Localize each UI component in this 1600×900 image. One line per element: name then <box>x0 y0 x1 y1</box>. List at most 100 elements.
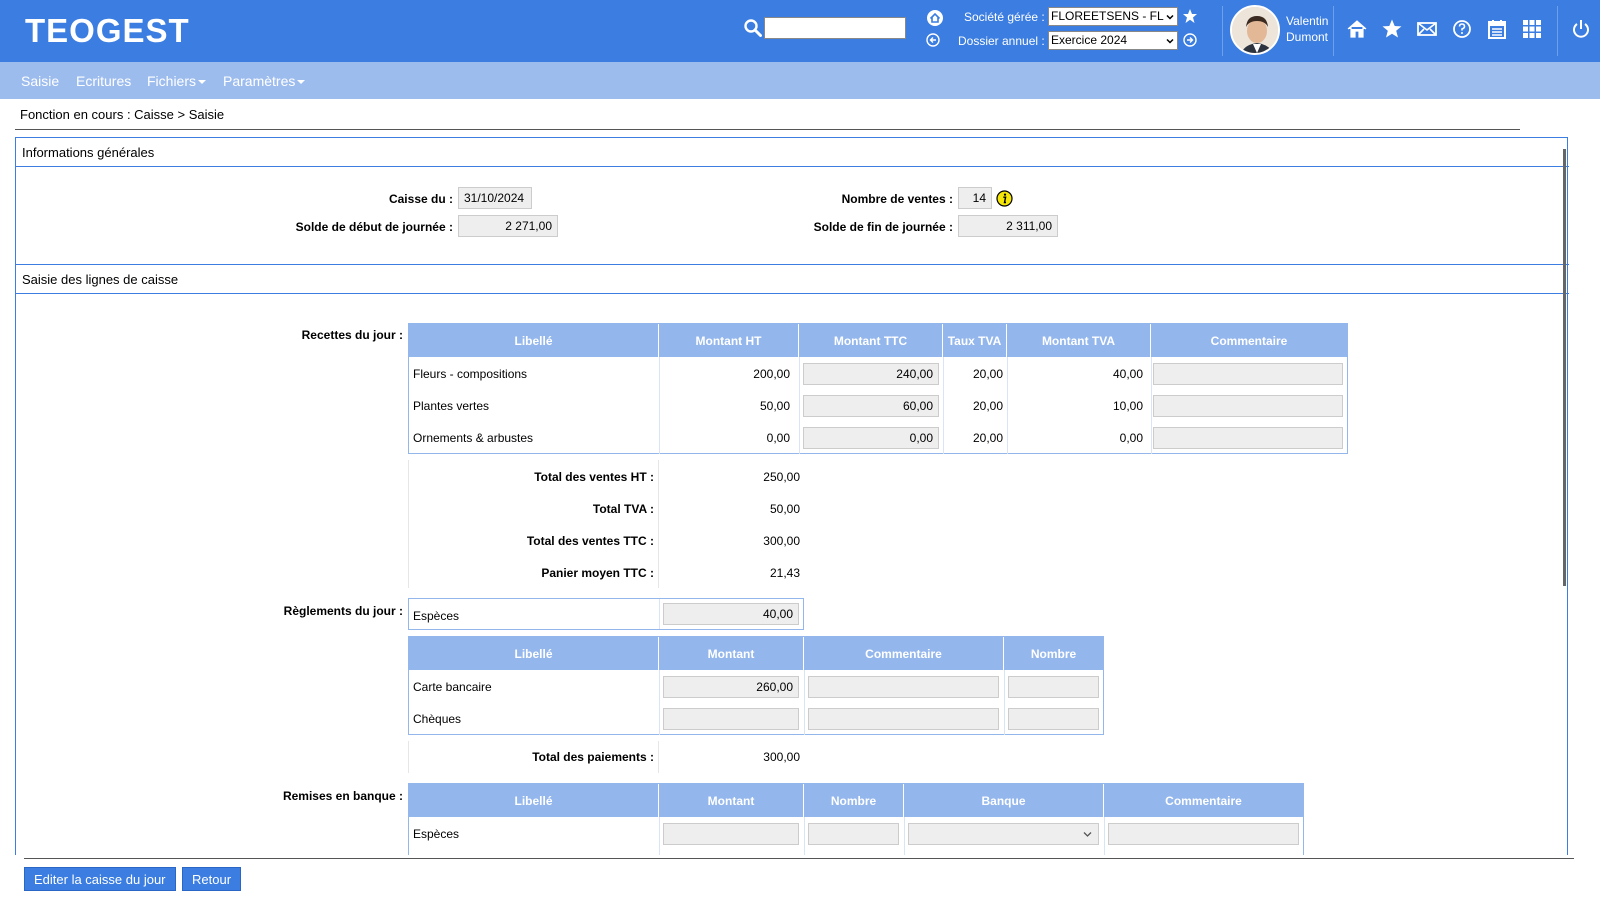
home-icon[interactable] <box>1346 18 1368 40</box>
power-icon[interactable] <box>1570 18 1592 40</box>
recette-ht: 200,00 <box>753 367 790 381</box>
vertical-scrollbar[interactable] <box>1563 149 1566 586</box>
calendar-icon[interactable] <box>1486 18 1508 40</box>
societe-label: Société gérée : <box>964 10 1045 24</box>
caret-down-icon <box>297 80 306 85</box>
total-ventes-ht-label: Total des ventes HT : <box>534 470 654 484</box>
col-header-libelle[interactable]: Libellé <box>409 324 659 358</box>
menu-saisie[interactable]: Saisie <box>21 73 59 89</box>
col-header-montant-ht[interactable]: Montant HT <box>659 324 799 358</box>
menu-ecritures[interactable]: Ecritures <box>76 73 131 89</box>
col-header-nombre[interactable]: Nombre <box>1004 637 1103 671</box>
col-header-montant-tva[interactable]: Montant TVA <box>1007 324 1151 358</box>
reglements-table-header: Libellé Montant Commentaire Nombre <box>408 636 1104 671</box>
col-header-commentaire[interactable]: Commentaire <box>804 637 1004 671</box>
info-icon[interactable] <box>996 190 1013 207</box>
caisse-du-field[interactable]: 31/10/2024 <box>458 187 532 209</box>
col-header-nombre[interactable]: Nombre <box>804 784 904 818</box>
dossier-select[interactable]: Exercice 2024 <box>1048 31 1178 50</box>
reglement-montant-input[interactable]: 260,00 <box>663 676 799 698</box>
total-paiements-label: Total des paiements : <box>532 750 654 764</box>
solde-debut-field[interactable]: 2 271,00 <box>458 215 558 237</box>
header-divider <box>1333 6 1334 56</box>
reglement-nombre-input[interactable] <box>1008 676 1099 698</box>
col-header-montant[interactable]: Montant <box>659 637 804 671</box>
col-header-libelle[interactable]: Libellé <box>409 784 659 818</box>
col-header-montant[interactable]: Montant <box>659 784 804 818</box>
panier-moyen-label: Panier moyen TTC : <box>541 566 654 580</box>
top-header: TEOGEST Société gérée : Dossier annuel :… <box>0 0 1600 62</box>
col-header-commentaire[interactable]: Commentaire <box>1151 324 1347 358</box>
recette-ttc-input[interactable]: 60,00 <box>803 395 939 417</box>
header-divider <box>1557 6 1558 56</box>
home-circle-icon[interactable] <box>926 9 944 27</box>
recette-commentaire-input[interactable] <box>1153 395 1343 417</box>
retour-button[interactable]: Retour <box>182 867 242 891</box>
remise-banque-select[interactable] <box>908 823 1099 845</box>
recette-ht: 0,00 <box>766 431 790 445</box>
column-divider <box>1104 817 1105 855</box>
column-divider <box>804 817 805 855</box>
recette-taux: 20,00 <box>972 367 1003 381</box>
avatar[interactable] <box>1230 5 1280 55</box>
arrow-left-circle-icon[interactable] <box>926 33 940 47</box>
reglement-nombre-input[interactable] <box>1008 708 1099 730</box>
menu-fichiers[interactable]: Fichiers <box>147 73 207 89</box>
totals-border <box>658 460 659 588</box>
col-header-libelle[interactable]: Libellé <box>409 637 659 671</box>
recette-commentaire-input[interactable] <box>1153 363 1343 385</box>
dossier-select-value: Exercice 2024 <box>1051 33 1128 47</box>
menu-bar: Saisie Ecritures Fichiers Paramètres <box>0 62 1600 99</box>
remise-libelle: Espèces <box>413 827 460 841</box>
arrow-right-circle-icon[interactable] <box>1183 33 1197 47</box>
solde-fin-field[interactable]: 2 311,00 <box>958 215 1058 237</box>
especes-montant-input[interactable]: 40,00 <box>663 603 799 625</box>
col-header-taux-tva[interactable]: Taux TVA <box>943 324 1007 358</box>
column-divider <box>943 357 944 454</box>
reglement-commentaire-input[interactable] <box>808 676 999 698</box>
column-divider <box>904 817 905 855</box>
col-header-banque[interactable]: Banque <box>904 784 1104 818</box>
recettes-table-header: Libellé Montant HT Montant TTC Taux TVA … <box>408 323 1348 358</box>
remise-commentaire-input[interactable] <box>1108 823 1299 845</box>
reglement-libelle: Chèques <box>413 712 462 726</box>
societe-select[interactable]: FLOREETSENS - FL <box>1048 7 1178 26</box>
total-tva-value: 50,00 <box>769 502 800 516</box>
star-icon[interactable] <box>1381 18 1403 40</box>
mail-icon[interactable] <box>1416 18 1438 40</box>
recette-ttc-input[interactable]: 0,00 <box>803 427 939 449</box>
recette-taux: 20,00 <box>972 431 1003 445</box>
col-header-montant-ttc[interactable]: Montant TTC <box>799 324 943 358</box>
remise-montant-input[interactable] <box>663 823 799 845</box>
recette-commentaire-input[interactable] <box>1153 427 1343 449</box>
reglement-libelle: Carte bancaire <box>413 680 492 694</box>
recette-taux: 20,00 <box>972 399 1003 413</box>
search-icon[interactable] <box>744 19 762 37</box>
recette-libelle: Ornements & arbustes <box>413 431 534 445</box>
nb-ventes-field[interactable]: 14 <box>958 187 992 209</box>
solde-fin-label: Solde de fin de journée : <box>813 220 953 234</box>
section-header-general: Informations générales <box>16 138 1569 167</box>
total-ventes-ttc-value: 300,00 <box>763 534 800 548</box>
apps-grid-icon[interactable] <box>1521 18 1543 40</box>
user-name[interactable]: Valentin Dumont <box>1286 13 1328 45</box>
recette-ttc-input[interactable]: 240,00 <box>803 363 939 385</box>
favorite-star-icon[interactable] <box>1182 8 1198 24</box>
col-header-commentaire[interactable]: Commentaire <box>1104 784 1303 818</box>
menu-parametres[interactable]: Paramètres <box>223 73 306 89</box>
reglement-montant-input[interactable] <box>663 708 799 730</box>
help-icon[interactable] <box>1451 18 1473 40</box>
caret-down-icon <box>198 80 207 85</box>
column-divider <box>1004 670 1005 735</box>
remises-table-header: Libellé Montant Nombre Banque Commentair… <box>408 783 1304 818</box>
search-input[interactable] <box>764 17 906 39</box>
app-logo[interactable]: TEOGEST <box>25 12 190 50</box>
reglement-commentaire-input[interactable] <box>808 708 999 730</box>
totals-border <box>658 741 659 773</box>
column-divider <box>1151 357 1152 454</box>
footer-divider <box>24 858 1574 859</box>
total-ventes-ht-value: 250,00 <box>763 470 800 484</box>
editer-caisse-button[interactable]: Editer la caisse du jour <box>24 867 176 891</box>
remise-nombre-input[interactable] <box>808 823 899 845</box>
section-header-saisie: Saisie des lignes de caisse <box>16 265 1569 294</box>
